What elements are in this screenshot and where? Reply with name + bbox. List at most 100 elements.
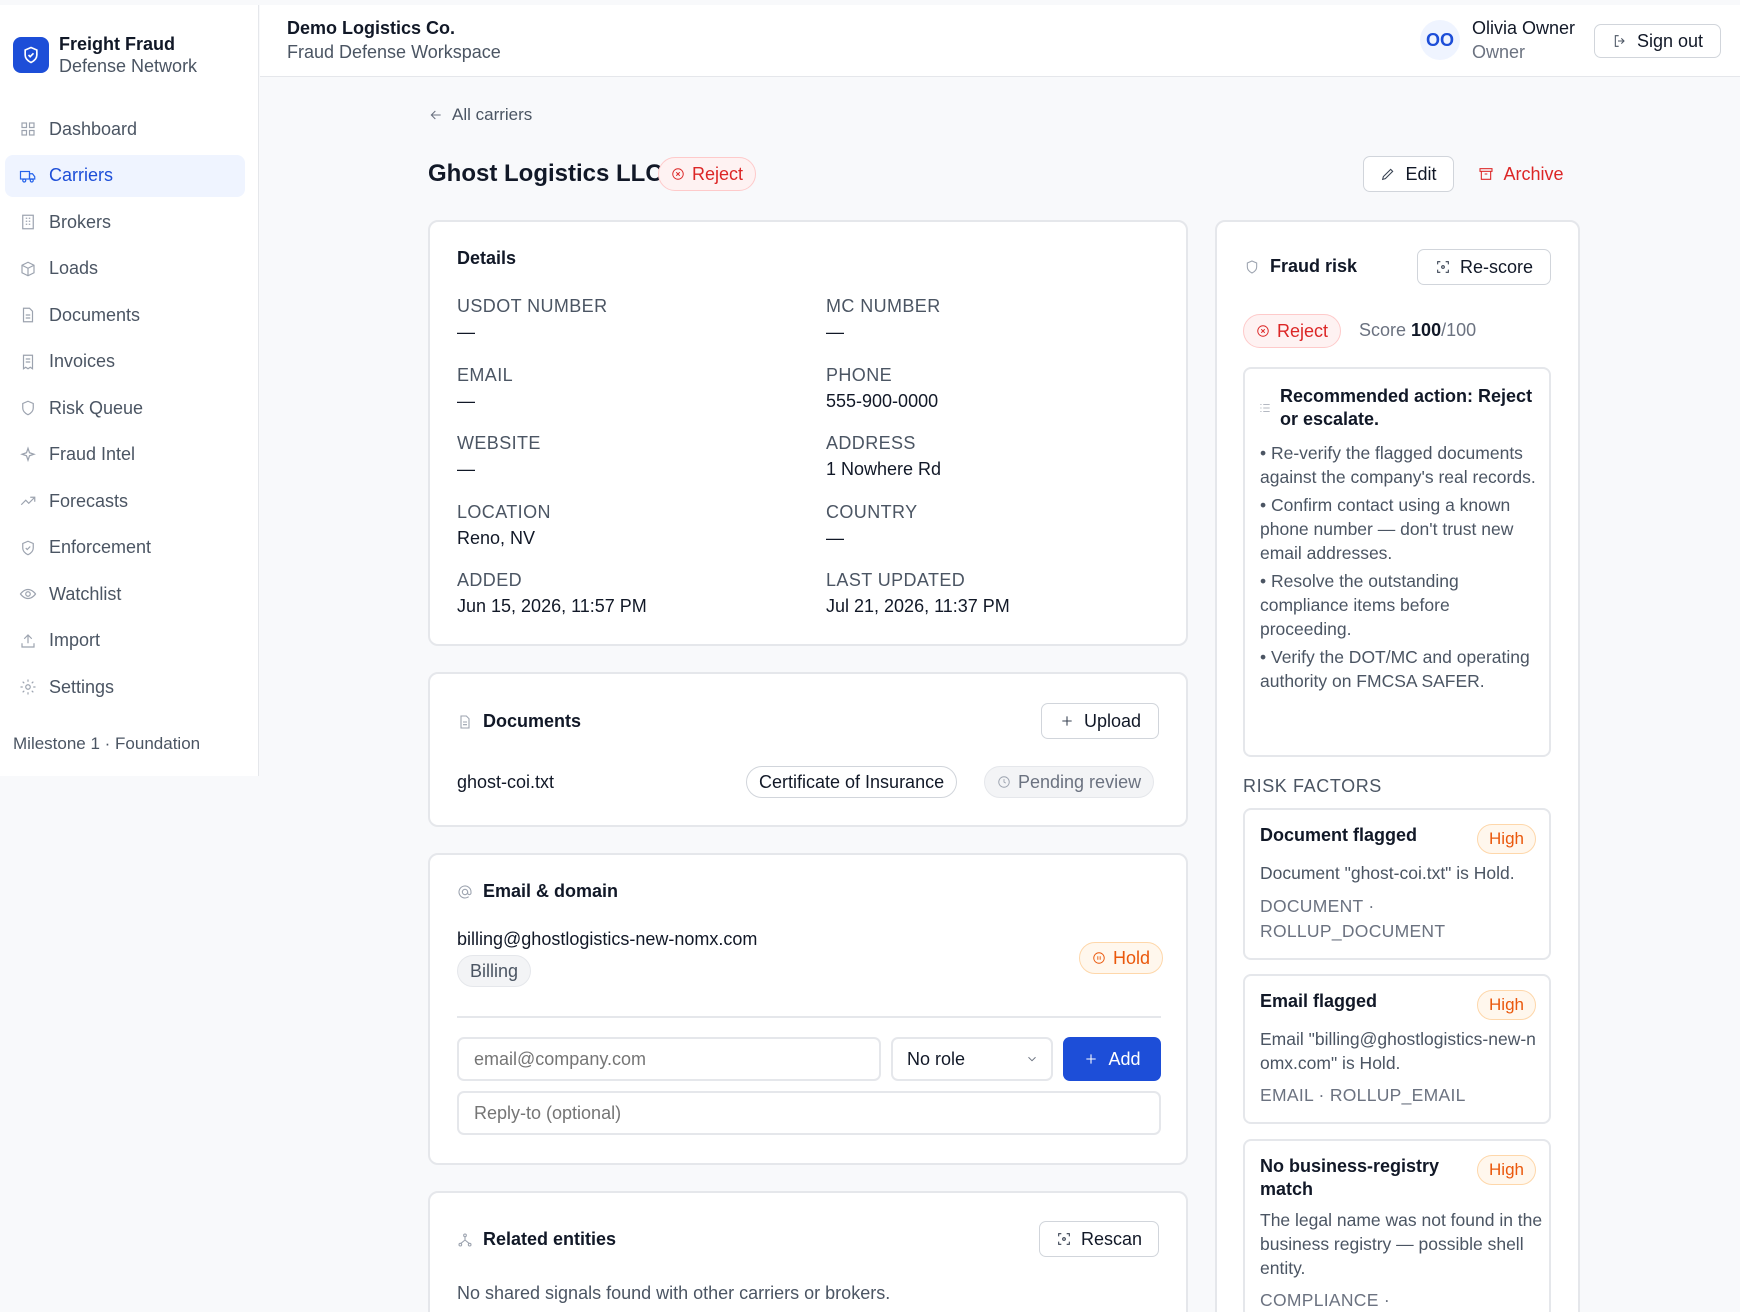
score-max: /100	[1441, 320, 1477, 340]
file-icon	[460, 714, 470, 729]
sign-out-button[interactable]: Sign out	[1594, 24, 1721, 58]
risk-factor-description: Document "ghost-coi.txt" is Hold.	[1260, 863, 1515, 883]
mc-label: MC NUMBER	[826, 296, 941, 316]
rescore-button[interactable]: Re-score	[1417, 249, 1551, 285]
add-email-button[interactable]: Add	[1063, 1037, 1161, 1081]
email-input[interactable]	[457, 1037, 881, 1081]
recommendation-item: • Resolve the outstanding compliance ite…	[1260, 571, 1459, 639]
risk-factor-title: Email flagged	[1260, 991, 1378, 1011]
sidebar-item-label: Enforcement	[49, 537, 152, 557]
website-label: WEBSITE	[457, 433, 541, 453]
package-icon	[21, 261, 35, 276]
sparkle-icon	[20, 445, 36, 462]
sign-out-label: Sign out	[1636, 30, 1704, 51]
email-value: —	[457, 391, 475, 411]
added-value: Jun 15, 2026, 11:57 PM	[457, 596, 647, 616]
sidebar-item-brokers[interactable]: Brokers	[5, 201, 245, 243]
sidebar-item-import[interactable]: Import	[5, 620, 245, 662]
sidebar-item-label: Dashboard	[49, 118, 138, 139]
details-card: Details USDOT NUMBER — MC NUMBER — EMAIL…	[428, 220, 1188, 646]
sidebar-item-documents[interactable]: Documents	[5, 294, 245, 336]
scan-icon	[1058, 1233, 1070, 1245]
sidebar-item-invoices[interactable]: Invoices	[5, 341, 245, 383]
sidebar-item-watchlist[interactable]: Watchlist	[5, 573, 245, 615]
documents-card: Documents Upload ghost-coi.txt Certifica…	[428, 672, 1188, 827]
location-label: LOCATION	[457, 502, 551, 522]
grid-icon	[21, 122, 35, 136]
documents-heading: Documents	[483, 711, 582, 731]
recommendation-item: • Confirm contact using a known phone nu…	[1260, 495, 1514, 563]
avatar[interactable]: OO	[1420, 20, 1460, 60]
role-select[interactable]: No role	[891, 1037, 1053, 1081]
document-filename[interactable]: ghost-coi.txt	[457, 772, 554, 793]
risk-factor-card: No business-registry match High The lega…	[1243, 1139, 1551, 1312]
related-empty-text: No shared signals found with other carri…	[457, 1283, 891, 1303]
plus-icon	[1062, 716, 1072, 726]
recommendation-item: • Re-verify the flagged documents agains…	[1260, 443, 1536, 487]
milestone-label: Milestone 1 · Foundation	[13, 734, 201, 753]
sidebar-item-enforcement[interactable]: Enforcement	[5, 527, 245, 569]
rescore-label: Re-score	[1459, 256, 1534, 277]
add-label: Add	[1108, 1048, 1141, 1069]
address-label: ADDRESS	[826, 433, 916, 453]
location-value: Reno, NV	[457, 528, 536, 548]
org-name: Demo Logistics Co.	[287, 18, 456, 38]
sidebar-item-settings[interactable]: Settings	[5, 666, 245, 708]
sidebar-item-loads[interactable]: Loads	[5, 248, 245, 290]
archive-button[interactable]: Archive	[1473, 156, 1569, 192]
sidebar-item-risk-queue[interactable]: Risk Queue	[5, 387, 245, 429]
role-select-value: No role	[907, 1048, 966, 1069]
user-name: Olivia Owner	[1472, 18, 1576, 38]
scan-icon	[1437, 261, 1449, 273]
truck-icon	[19, 170, 36, 183]
sidebar-item-dashboard[interactable]: Dashboard	[5, 108, 245, 150]
user-role: Owner	[1472, 42, 1526, 62]
rescan-label: Rescan	[1080, 1228, 1143, 1249]
sidebar-item-label: Fraud Intel	[49, 444, 136, 464]
pause-circle-icon	[1093, 952, 1105, 964]
page-title: Ghost Logistics LLC	[428, 160, 663, 187]
sidebar-nav: Dashboard Carriers Brokers Loads Documen…	[5, 108, 245, 713]
updated-label: LAST UPDATED	[826, 570, 966, 590]
upload-button[interactable]: Upload	[1041, 703, 1159, 739]
added-label: ADDED	[457, 570, 523, 590]
updated-value: Jul 21, 2026, 11:37 PM	[826, 596, 1010, 616]
email-address: billing@ghostlogistics-new-nomx.com	[457, 929, 758, 949]
recommendation-box: Recommended action: Reject or escalate. …	[1243, 367, 1551, 757]
divider	[457, 1016, 1161, 1018]
document-type-badge: Certificate of Insurance	[746, 766, 958, 798]
email-domain-heading: Email & domain	[483, 881, 619, 901]
topbar: Demo Logistics Co. Fraud Defense Workspa…	[260, 5, 1740, 77]
email-status-badge: Hold	[1079, 942, 1164, 974]
brand[interactable]: Freight Fraud Defense Network	[0, 5, 258, 79]
sidebar-item-label: Invoices	[49, 351, 116, 371]
edit-label: Edit	[1405, 163, 1437, 184]
risk-factor-title: Document flagged	[1260, 825, 1418, 845]
sidebar-item-carriers[interactable]: Carriers	[5, 154, 245, 197]
network-icon	[458, 1232, 472, 1247]
rescan-button[interactable]: Rescan	[1039, 1221, 1159, 1257]
risk-factor-card: Email flagged High Email "billing@ghostl…	[1243, 974, 1551, 1124]
pencil-icon	[1382, 168, 1394, 181]
email-label: EMAIL	[457, 365, 514, 385]
back-link[interactable]: All carriers	[428, 105, 532, 125]
details-heading: Details	[457, 248, 517, 268]
at-sign-icon	[458, 884, 472, 899]
phone-value: 555-900-0000	[826, 391, 939, 411]
reply-to-input[interactable]	[457, 1091, 1161, 1135]
sidebar-item-fraud-intel[interactable]: Fraud Intel	[5, 434, 245, 476]
sidebar-item-label: Brokers	[49, 211, 112, 232]
sidebar: Freight Fraud Defense Network Dashboard …	[0, 5, 259, 776]
sidebar-item-label: Carriers	[49, 165, 114, 185]
email-role-badge: Billing	[457, 955, 532, 987]
fraud-risk-heading: Fraud risk	[1270, 256, 1358, 276]
verdict-badge: Reject	[1243, 314, 1342, 348]
recommendation-item: • Verify the DOT/MC and operating author…	[1260, 647, 1530, 691]
sidebar-item-label: Risk Queue	[49, 397, 144, 418]
chevron-down-icon	[1028, 1056, 1036, 1062]
edit-button[interactable]: Edit	[1363, 156, 1454, 192]
risk-factor-description: Email "billing@ghostlogistics-new-nomx.c…	[1260, 1029, 1536, 1073]
mc-value: —	[826, 322, 844, 342]
sidebar-item-forecasts[interactable]: Forecasts	[5, 480, 245, 522]
country-value: —	[826, 528, 844, 548]
